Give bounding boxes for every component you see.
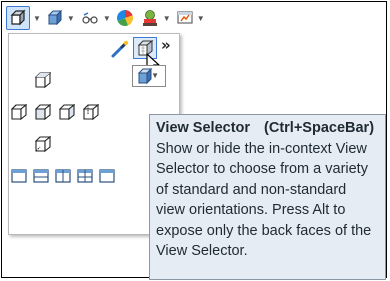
chevron-down-icon[interactable]: ▼ bbox=[67, 14, 75, 23]
apply-scene-button[interactable] bbox=[140, 9, 160, 27]
two-view-horizontal-icon[interactable] bbox=[33, 169, 49, 183]
display-style-cube-icon bbox=[47, 9, 63, 26]
single-view-icon[interactable] bbox=[11, 169, 27, 183]
view-selector-dropdown-button[interactable]: ▼ bbox=[132, 65, 166, 87]
new-view-icon[interactable] bbox=[110, 39, 130, 59]
view-orientation-cube-icon bbox=[10, 9, 26, 26]
hide-show-items-button[interactable] bbox=[80, 9, 100, 27]
window-frame: ▼ ▼ ▼ ▼ ▼ » ▼ View Selector (Ctrl+SpaceB… bbox=[1, 1, 387, 280]
link-views-icon[interactable] bbox=[99, 169, 115, 183]
chevron-down-icon[interactable]: ▼ bbox=[163, 14, 171, 23]
view-settings-button[interactable] bbox=[176, 9, 194, 27]
right-view-icon[interactable] bbox=[59, 104, 75, 120]
chevron-down-icon[interactable]: ▼ bbox=[197, 14, 205, 23]
edit-appearance-icon bbox=[116, 10, 133, 26]
view-selector-tooltip: View Selector (Ctrl+SpaceBar) Show or hid… bbox=[149, 114, 386, 280]
two-view-vertical-icon[interactable] bbox=[55, 169, 71, 183]
heads-up-view-toolbar: ▼ ▼ ▼ ▼ ▼ bbox=[6, 5, 208, 31]
tooltip-description: Show or hide the in-context View Selecto… bbox=[156, 140, 372, 260]
left-view-icon[interactable] bbox=[11, 104, 27, 120]
view-orientation-button[interactable] bbox=[6, 6, 30, 30]
hide-show-items-icon bbox=[82, 12, 98, 24]
four-view-icon[interactable] bbox=[77, 169, 93, 183]
chevron-down-icon[interactable]: ▼ bbox=[103, 14, 111, 23]
chevron-down-icon[interactable]: ▼ bbox=[33, 14, 41, 23]
chevron-down-icon[interactable]: ▼ bbox=[151, 71, 159, 80]
tooltip-title: View Selector bbox=[156, 120, 251, 136]
tooltip-shortcut: (Ctrl+SpaceBar) bbox=[264, 120, 375, 136]
bottom-view-icon[interactable] bbox=[35, 136, 51, 152]
edit-appearance-button[interactable] bbox=[116, 9, 134, 27]
back-view-icon[interactable] bbox=[83, 104, 99, 120]
tooltip-title-row: View Selector (Ctrl+SpaceBar) bbox=[156, 118, 379, 139]
apply-scene-icon bbox=[142, 10, 157, 26]
view-settings-icon bbox=[177, 11, 193, 24]
more-button[interactable]: » bbox=[161, 36, 171, 54]
display-style-button[interactable] bbox=[46, 9, 64, 27]
front-view-icon[interactable] bbox=[35, 104, 51, 120]
top-view-icon[interactable] bbox=[35, 72, 51, 88]
